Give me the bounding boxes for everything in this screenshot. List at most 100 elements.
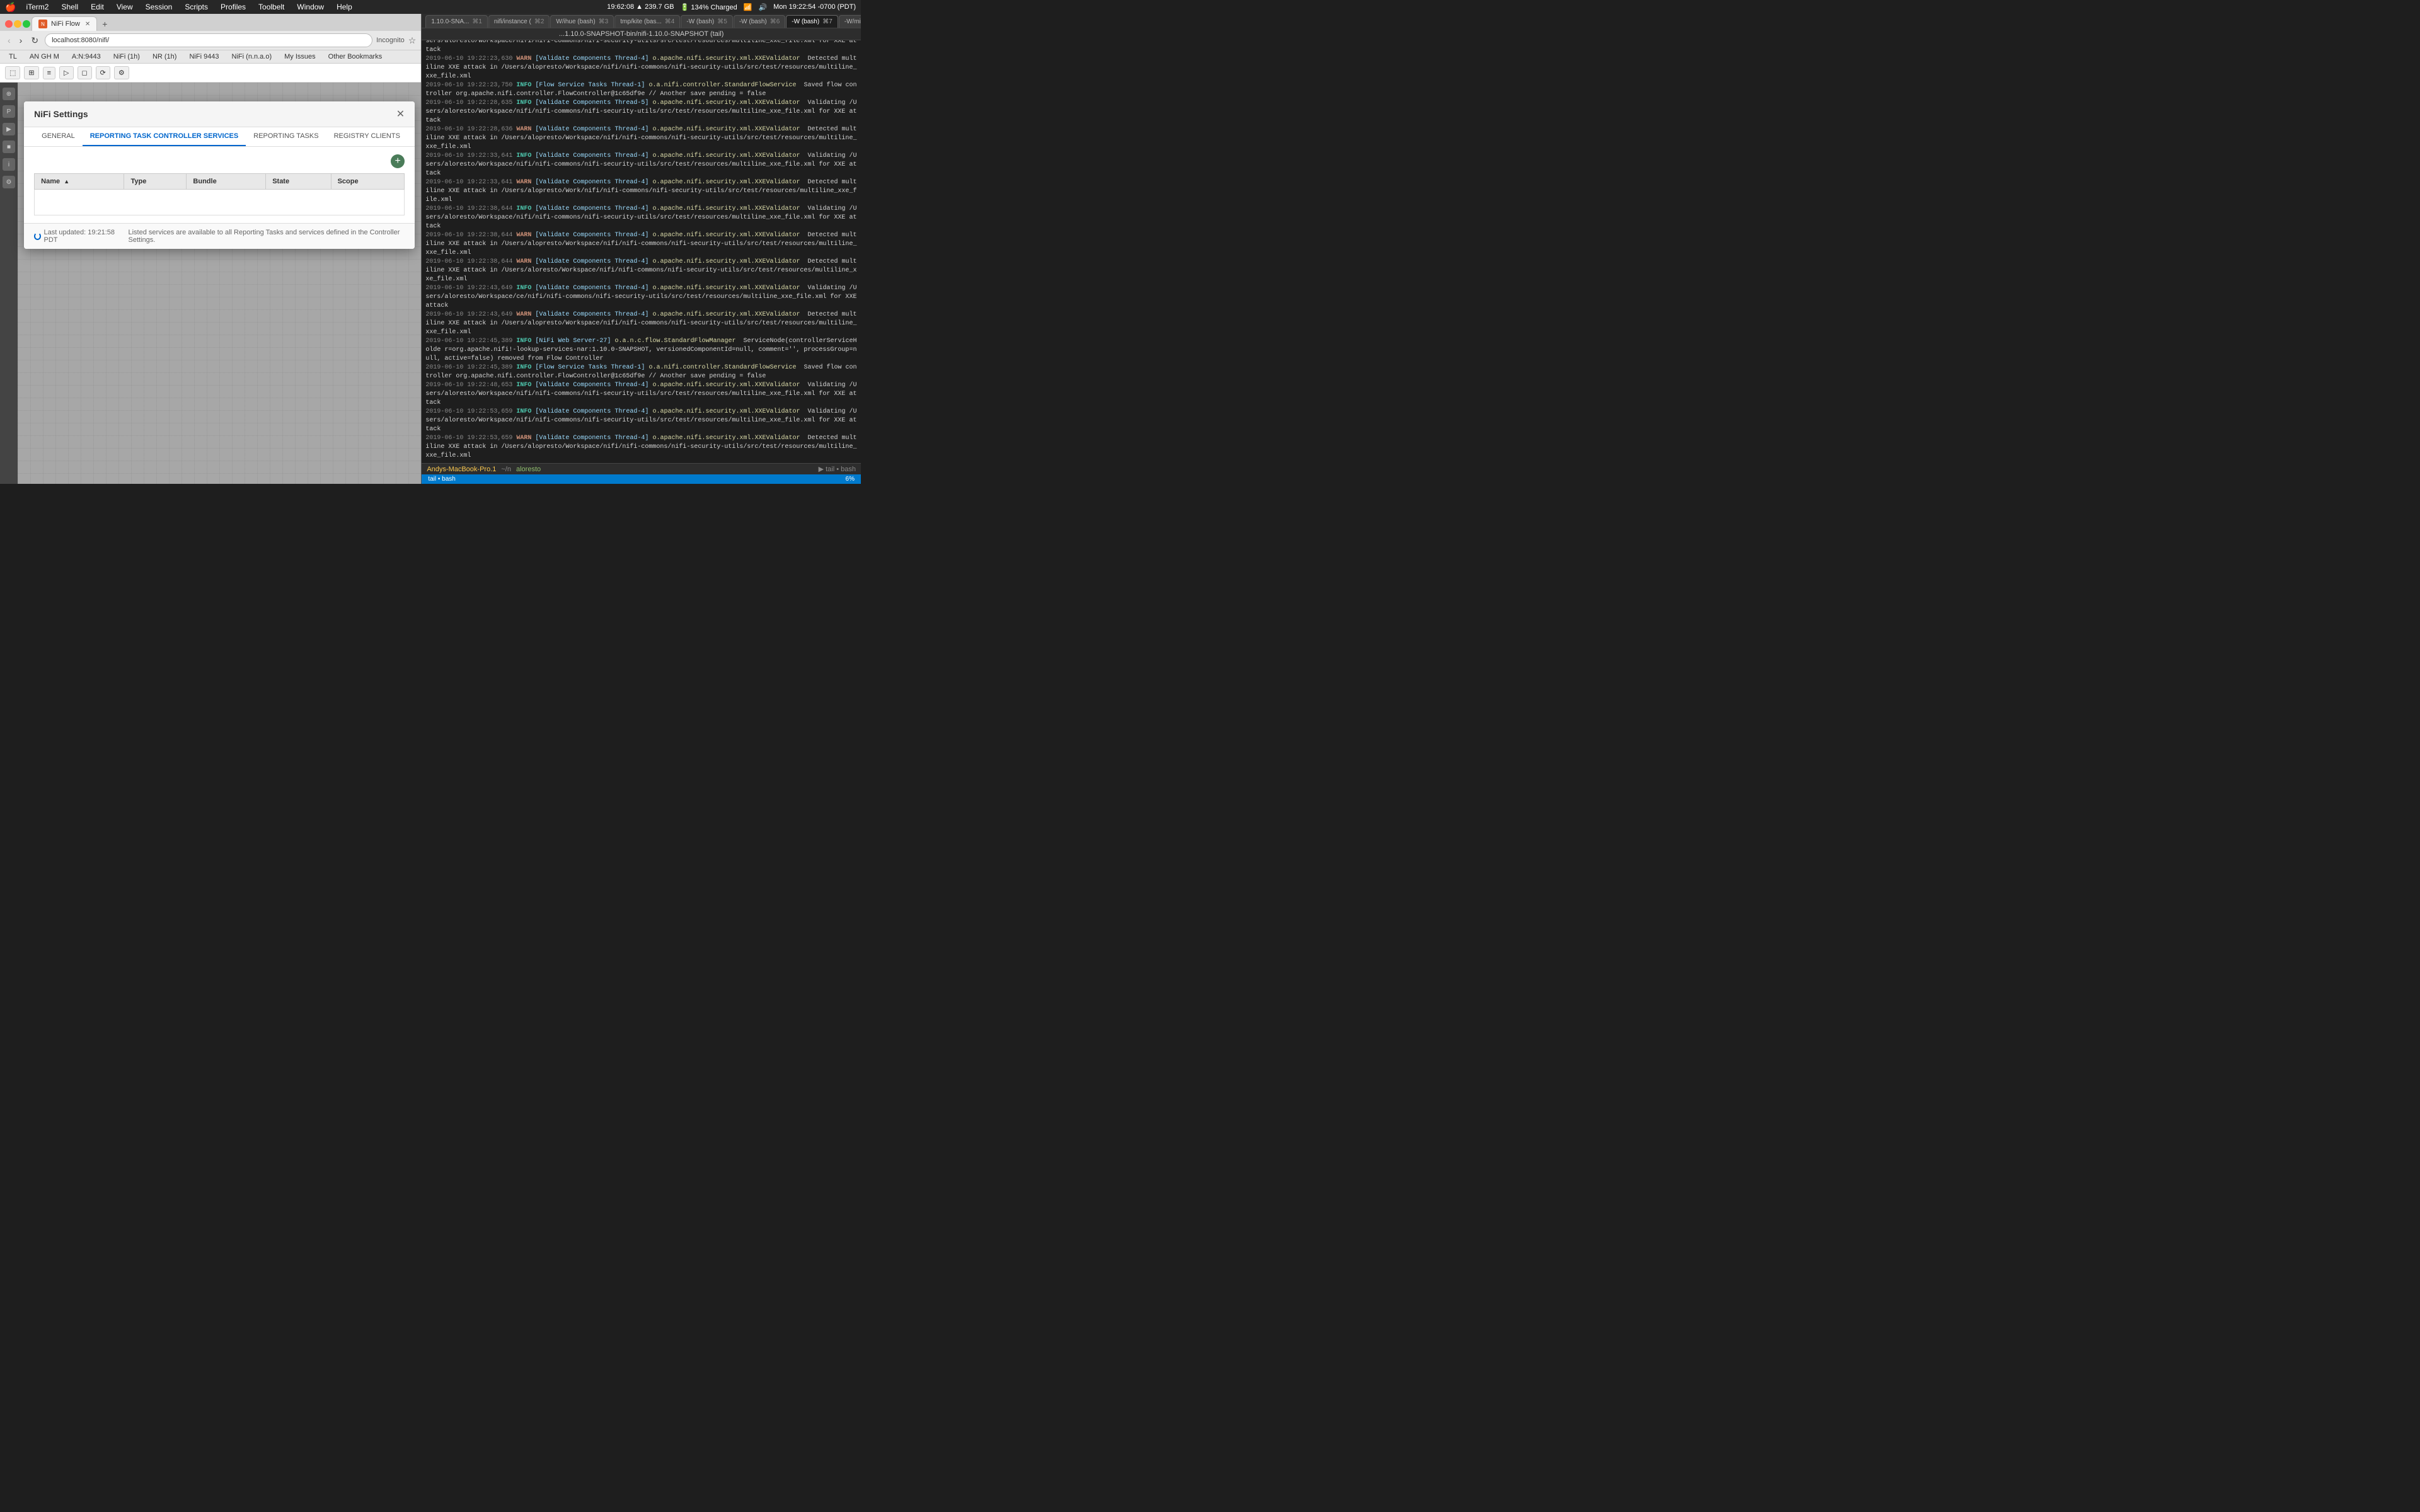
toolbar-btn-5[interactable]: ◻ <box>78 66 92 79</box>
modal-body: + Name ▲ Type Bundle State <box>24 147 415 223</box>
log-line: 2019-06-10 19:22:23,750 INFO [Flow Servi… <box>425 81 857 99</box>
term-tab-snap1[interactable]: 1.10.0-SNA... ⌘1 <box>425 15 488 28</box>
modal-tabs: GENERAL REPORTING TASK CONTROLLER SERVIC… <box>24 127 415 147</box>
toolbar-btn-4[interactable]: ▷ <box>59 66 73 79</box>
bookmark-nifinnao[interactable]: NiFi (n.n.a.o) <box>228 52 276 62</box>
menu-help[interactable]: Help <box>334 3 355 11</box>
back-button[interactable]: ‹ <box>5 34 13 47</box>
toolbar-btn-1[interactable]: ⬚ <box>5 66 20 79</box>
log-thread: [Validate Components Thread-4] <box>535 152 648 159</box>
tab-general[interactable]: GENERAL <box>34 127 83 146</box>
log-date: 2019-06-10 19:22:45,389 <box>425 338 512 345</box>
log-line: 2019-06-10 19:22:43,649 INFO [Validate C… <box>425 284 857 311</box>
log-level: INFO <box>516 285 531 292</box>
tab-close-button[interactable]: ✕ <box>85 21 90 28</box>
terminal-content[interactable]: 2019-06-10 19:22:03,688 WARN [Validate C… <box>422 40 861 463</box>
log-thread: [Validate Components Thread-4] <box>535 408 648 415</box>
term-tab-w7[interactable]: -W (bash) ⌘7 <box>786 15 838 28</box>
tab-registry-clients[interactable]: REGISTRY CLIENTS <box>326 127 408 146</box>
tab-reporting-controller[interactable]: REPORTING TASK CONTROLLER SERVICES <box>83 127 246 146</box>
terminal-active-title: ...1.10.0-SNAPSHOT-bin/nifi-1.10.0-SNAPS… <box>559 30 723 38</box>
menu-window[interactable]: Window <box>294 3 326 11</box>
bookmark-myissues[interactable]: My Issues <box>280 52 320 62</box>
network-status: 19:62:08 ▲ 239.7 GB <box>607 3 674 11</box>
term-tab-tmpkite[interactable]: tmp/kite (bas... ⌘4 <box>614 15 680 28</box>
log-class: o.apache.nifi.security.xml.XXEValidator <box>652 435 800 442</box>
log-class: o.apache.nifi.security.xml.XXEValidator <box>652 232 800 239</box>
terminal-status-right: 6% <box>846 476 855 483</box>
term-tab-wihue[interactable]: W/ihue (bash) ⌘3 <box>550 15 614 28</box>
modal-close-button[interactable]: ✕ <box>396 108 405 120</box>
log-line: 2019-06-10 19:22:28,636 WARN [Validate C… <box>425 125 857 152</box>
table-body <box>35 190 405 215</box>
window-close-button[interactable] <box>5 20 13 28</box>
apple-menu[interactable]: 🍎 <box>5 2 16 13</box>
log-line: 2019-06-10 19:22:23,630 WARN [Validate C… <box>425 55 857 81</box>
bookmark-star-icon[interactable]: ☆ <box>408 35 417 46</box>
sidebar-run-icon[interactable]: ▶ <box>3 123 15 135</box>
log-level: WARN <box>516 126 531 133</box>
term-tab-w5[interactable]: -W (bash) ⌘5 <box>681 15 732 28</box>
toolbar-btn-6[interactable]: ⟳ <box>96 66 110 79</box>
services-table: Name ▲ Type Bundle State Scope <box>34 173 405 215</box>
col-header-name[interactable]: Name ▲ <box>35 174 124 190</box>
toolbar-btn-3[interactable]: ≡ <box>43 67 55 79</box>
term-tab-label: -W (bash) <box>739 18 767 25</box>
menu-session[interactable]: Session <box>143 3 175 11</box>
empty-message <box>35 190 405 215</box>
log-line: 2019-06-10 19:22:38,644 WARN [Validate C… <box>425 258 857 284</box>
window-maximize-button[interactable] <box>23 20 30 28</box>
menu-scripts[interactable]: Scripts <box>182 3 210 11</box>
log-date: 2019-06-10 19:22:48,653 <box>425 382 512 389</box>
wifi-icon: 📶 <box>744 3 752 11</box>
term-tab-nifi[interactable]: nifi/instance ( ⌘2 <box>488 15 550 28</box>
sidebar-navigate-icon[interactable]: ⊕ <box>3 88 15 100</box>
terminal-prompt-bar: Andys-MacBook-Pro.1 ~/n aloresto ▶ tail … <box>422 463 861 474</box>
browser-nav: ‹ › ↻ Incognito ☆ <box>0 31 421 50</box>
bookmark-nifi9443[interactable]: NiFi 9443 <box>185 52 222 62</box>
datetime-status: Mon 19:22:54 -0700 (PDT) <box>773 3 856 11</box>
window-minimize-button[interactable] <box>14 20 21 28</box>
bookmark-nifi1h[interactable]: NiFi (1h) <box>110 52 144 62</box>
menu-edit[interactable]: Edit <box>88 3 107 11</box>
menu-toolbelt[interactable]: Toolbelt <box>256 3 287 11</box>
bookmark-tl[interactable]: TL <box>5 52 21 62</box>
table-empty-row <box>35 190 405 215</box>
log-message: Validating /Users/aloresto/Workspace/nif… <box>425 40 856 54</box>
toolbar-btn-2[interactable]: ⊞ <box>24 66 38 79</box>
menu-view[interactable]: View <box>114 3 135 11</box>
sidebar-stop-icon[interactable]: ■ <box>3 140 15 153</box>
term-tab-w6[interactable]: -W (bash) ⌘6 <box>734 15 785 28</box>
bookmark-other[interactable]: Other Bookmarks <box>325 52 386 62</box>
term-tab-minifi[interactable]: -W/minifi (ba... ⌘8 <box>839 15 861 28</box>
log-date: 2019-06-10 19:22:38,644 <box>425 205 512 212</box>
browser-tab-nifi[interactable]: N NiFi Flow ✕ <box>32 16 97 31</box>
forward-button[interactable]: › <box>17 34 25 47</box>
menu-iterm2[interactable]: iTerm2 <box>23 3 51 11</box>
menu-profiles[interactable]: Profiles <box>218 3 248 11</box>
address-bar[interactable] <box>45 33 372 47</box>
browser-panel: N NiFi Flow ✕ + ‹ › ↻ Incognito ☆ TL AN … <box>0 14 422 484</box>
log-thread: [NiFi Web Server-27] <box>535 338 611 345</box>
log-date: 2019-06-10 19:22:38,644 <box>425 258 512 265</box>
tab-reporting-tasks[interactable]: REPORTING TASKS <box>246 127 326 146</box>
bookmark-an9443[interactable]: A:N:9443 <box>68 52 105 62</box>
log-level: INFO <box>516 408 531 415</box>
bookmark-anghm[interactable]: AN GH M <box>26 52 63 62</box>
log-thread: [Validate Components Thread-4] <box>535 126 648 133</box>
log-date: 2019-06-10 19:22:33,641 <box>425 152 512 159</box>
log-class: o.a.n.c.flow.StandardFlowManager <box>614 338 735 345</box>
toolbar-settings[interactable]: ⚙ <box>114 66 129 79</box>
add-service-button[interactable]: + <box>391 154 405 168</box>
bookmark-nr1h[interactable]: NR (1h) <box>149 52 181 62</box>
log-date: 2019-06-10 19:22:28,636 <box>425 126 512 133</box>
table-header: Name ▲ Type Bundle State Scope <box>35 174 405 190</box>
sidebar-process-icon[interactable]: P <box>3 105 15 118</box>
sidebar-config-icon[interactable]: ⚙ <box>3 176 15 188</box>
log-thread: [Validate Components Thread-4] <box>535 55 648 62</box>
log-thread: [Validate Components Thread-4] <box>535 311 648 318</box>
menu-shell[interactable]: Shell <box>59 3 81 11</box>
new-tab-button[interactable]: + <box>98 18 111 30</box>
sidebar-info-icon[interactable]: i <box>3 158 15 171</box>
refresh-button[interactable]: ↻ <box>28 34 41 47</box>
